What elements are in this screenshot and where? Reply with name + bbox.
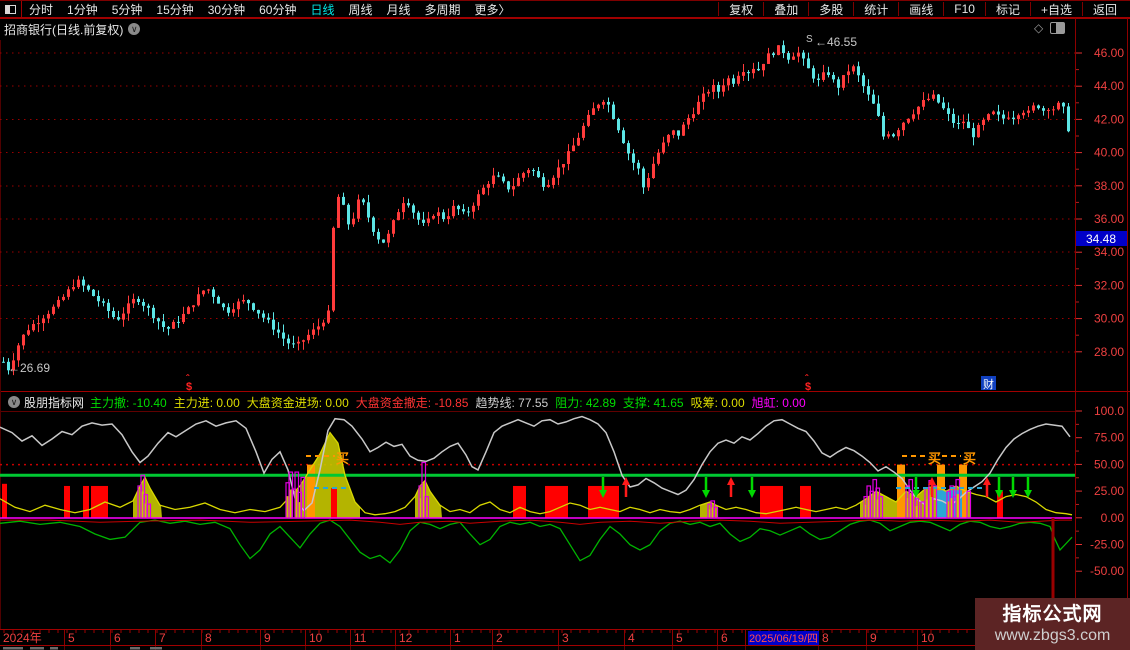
indicator-field-6: 支撑: 41.65 [622, 395, 684, 410]
svg-text:-50.00: -50.00 [1090, 564, 1124, 578]
svg-text:-25.00: -25.00 [1090, 538, 1124, 552]
svg-text:买: 买 [336, 451, 349, 466]
collapse-icon[interactable]: ∨ [8, 396, 20, 408]
period-7[interactable]: 周线 [348, 1, 372, 18]
svg-text:75.00: 75.00 [1094, 431, 1124, 445]
svg-text:28.00: 28.00 [1094, 345, 1124, 359]
svg-text:2024年: 2024年 [3, 631, 42, 645]
indicator-field-0: 主力撤: -10.40 [90, 395, 167, 410]
svg-text:30.00: 30.00 [1094, 312, 1124, 326]
period-5[interactable]: 60分钟 [259, 1, 296, 18]
svg-text:32.00: 32.00 [1094, 278, 1124, 292]
indicator-source: ∨ 股朋指标网 [3, 394, 84, 411]
svg-text:5: 5 [68, 631, 75, 645]
svg-text:8: 8 [822, 631, 829, 645]
svg-text:34.48: 34.48 [1086, 232, 1116, 246]
trading-app-window: 46.00 44.00 42.00 40.00 38.00 36.00 34.00 32.00… [0, 0, 1130, 650]
toolbar-0[interactable]: 复权 [719, 1, 763, 18]
layout-toggle-button[interactable] [0, 1, 22, 17]
svg-text:2025/06/19/四: 2025/06/19/四 [749, 633, 818, 645]
svg-text:0.00: 0.00 [1101, 511, 1125, 525]
toolbar-5[interactable]: F10 [944, 2, 985, 16]
period-9[interactable]: 多周期 [425, 1, 461, 18]
watermark-url: www.zbgs3.com [994, 626, 1111, 644]
indicator-field-1: 主力进: 0.00 [173, 395, 240, 410]
svg-text:44.00: 44.00 [1094, 79, 1124, 93]
svg-text:6: 6 [721, 631, 728, 645]
svg-text:34.00: 34.00 [1094, 245, 1124, 259]
titlebar-icons: ◇ [1034, 21, 1066, 35]
watermark-title: 指标公式网 [1002, 603, 1103, 625]
indicator-field-2: 大盘资金进场: 0.00 [246, 395, 349, 410]
toolbar-6[interactable]: 标记 [986, 1, 1030, 18]
svg-text:1: 1 [454, 631, 461, 645]
period-2[interactable]: 5分钟 [112, 1, 143, 18]
toolbar-8[interactable]: 返回 [1083, 1, 1127, 18]
indicator-field-7: 吸筹: 0.00 [690, 395, 745, 410]
period-1[interactable]: 1分钟 [67, 1, 98, 18]
chart-canvas[interactable]: 46.0044.0042.0040.0038.0036.0034.0032.00… [0, 0, 1130, 650]
chevron-down-icon[interactable]: ∨ [128, 23, 141, 35]
watermark: 指标公式网 www.zbgs3.com [975, 598, 1130, 650]
toolbar-1[interactable]: 叠加 [764, 1, 808, 18]
svg-text:3: 3 [562, 631, 569, 645]
toolbar-7[interactable]: +自选 [1031, 1, 1082, 18]
indicator-field-3: 大盘资金撤走: -10.85 [355, 395, 469, 410]
svg-text:46.00: 46.00 [1094, 46, 1124, 60]
menubar: 分时 1分钟 5分钟 15分钟 30分钟 60分钟 日线 周线 月线 多周期 更多〉 复权 叠加 多股统… [0, 0, 1130, 18]
period-0[interactable]: 分时 [29, 1, 53, 18]
svg-text:36.00: 36.00 [1094, 212, 1124, 226]
svg-text:11: 11 [354, 631, 367, 645]
svg-text:财: 财 [983, 377, 994, 391]
svg-text:100.0: 100.0 [1094, 404, 1124, 418]
svg-text:2: 2 [496, 631, 503, 645]
svg-text:40.00: 40.00 [1094, 146, 1124, 160]
period-3[interactable]: 15分钟 [156, 1, 193, 18]
svg-text:10: 10 [921, 631, 935, 645]
svg-text:6: 6 [114, 631, 121, 645]
svg-text:42.00: 42.00 [1094, 112, 1124, 126]
svg-text:7: 7 [159, 631, 166, 645]
svg-text:买: 买 [928, 451, 941, 466]
toolbar-2[interactable]: 多股 [809, 1, 853, 18]
indicator-field-4: 趋势线: 77.55 [475, 395, 549, 410]
indicator-source-label: 股朋指标网 [24, 395, 85, 410]
svg-text:38.00: 38.00 [1094, 179, 1124, 193]
indicator-header: ∨ 股朋指标网 主力撤: -10.40 主力进: 0.00 大盘资金进场: 0.00… [0, 393, 1075, 411]
svg-text:25.00: 25.00 [1094, 484, 1124, 498]
svg-text:12: 12 [399, 631, 413, 645]
indicator-field-5: 阻力: 42.89 [555, 395, 616, 410]
svg-text:50.00: 50.00 [1094, 457, 1124, 471]
toolbar-3[interactable]: 统计 [854, 1, 898, 18]
titlebar: 招商银行(日线.前复权) ∨ [0, 19, 1075, 39]
svg-text:4: 4 [628, 631, 635, 645]
diamond-icon[interactable]: ◇ [1034, 21, 1043, 35]
svg-text:买: 买 [963, 451, 976, 466]
stock-title: 招商银行(日线.前复权) [4, 22, 124, 37]
period-6[interactable]: 日线 [310, 1, 334, 18]
svg-text:9: 9 [264, 631, 271, 645]
panel-icon[interactable] [1050, 22, 1066, 34]
right-toolbar: 复权 叠加 多股 统计 画线 F10 标记 +自选 返回 [718, 1, 1127, 18]
toolbar-4[interactable]: 画线 [899, 1, 943, 18]
period-8[interactable]: 月线 [387, 1, 411, 18]
period-menu: 分时 1分钟 5分钟 15分钟 30分钟 60分钟 日线 周线 月线 多周期 更多〉 [29, 1, 511, 18]
indicator-field-8: 旭虹: 0.00 [751, 395, 806, 410]
layout-icon [5, 4, 16, 14]
period-10[interactable]: 更多〉 [475, 1, 511, 18]
svg-text:10: 10 [309, 631, 323, 645]
svg-text:←26.69: ←26.69 [8, 361, 50, 375]
svg-text:9: 9 [870, 631, 877, 645]
period-4[interactable]: 30分钟 [208, 1, 245, 18]
svg-text:8: 8 [205, 631, 212, 645]
svg-text:5: 5 [676, 631, 683, 645]
